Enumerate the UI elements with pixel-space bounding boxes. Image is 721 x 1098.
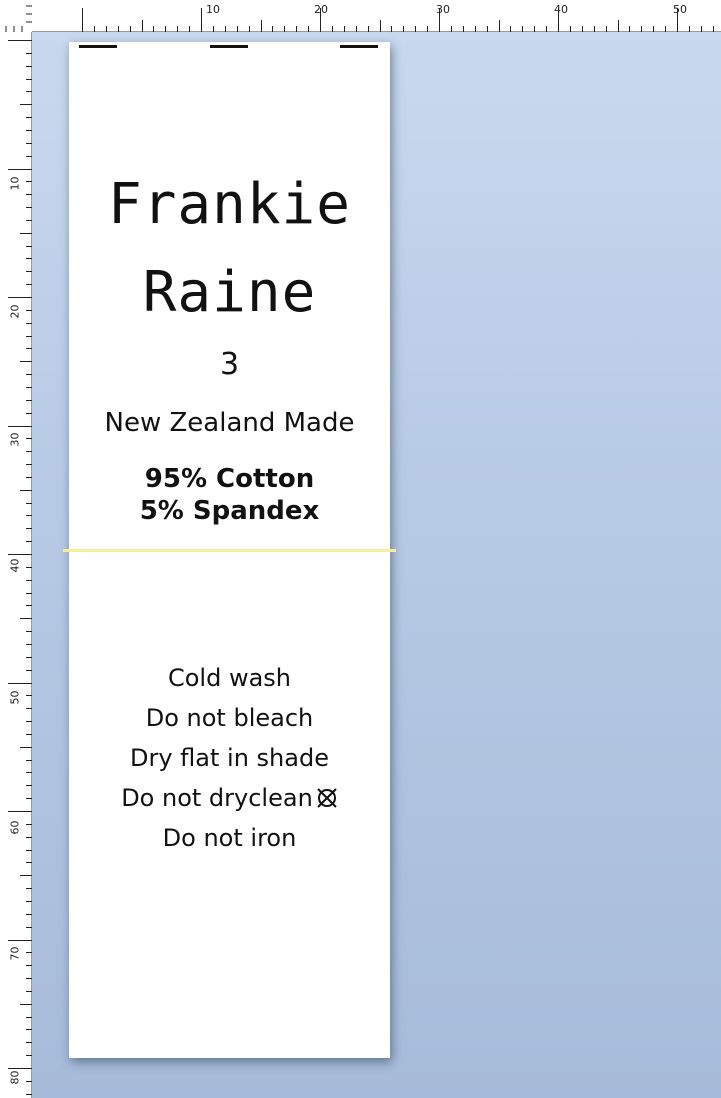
ruler-tick bbox=[558, 8, 559, 32]
ruler-tick bbox=[8, 811, 32, 812]
origin-text[interactable]: New Zealand Made bbox=[69, 408, 390, 438]
horizontal-ruler[interactable]: 10 20 30 40 50 bbox=[0, 0, 721, 32]
care-line-dry-flat[interactable]: Dry flat in shade bbox=[69, 746, 390, 770]
fold-mark-center bbox=[210, 45, 248, 48]
ruler-tick bbox=[82, 8, 83, 32]
ruler-tick bbox=[320, 8, 321, 32]
ruler-label-80: 80 bbox=[8, 1070, 22, 1085]
ruler-label-60: 60 bbox=[8, 820, 22, 835]
ruler-tick bbox=[20, 361, 32, 362]
ruler-tick bbox=[8, 426, 32, 427]
composition-line1[interactable]: 95% Cotton bbox=[69, 464, 390, 494]
ruler-label-50: 50 bbox=[8, 690, 22, 705]
ruler-label-40: 40 bbox=[554, 3, 568, 16]
care-line-cold-wash[interactable]: Cold wash bbox=[69, 666, 390, 690]
ruler-tick bbox=[20, 747, 32, 748]
ruler-tick bbox=[8, 1068, 32, 1069]
ruler-tick bbox=[677, 8, 678, 32]
ruler-tick bbox=[499, 20, 500, 32]
ruler-label-20: 20 bbox=[314, 3, 328, 16]
ruler-tick bbox=[8, 683, 32, 684]
corner-guides-icon bbox=[5, 5, 32, 32]
fold-mark-right bbox=[340, 45, 378, 48]
ruler-tick bbox=[20, 233, 32, 234]
size-text[interactable]: 3 bbox=[69, 348, 390, 382]
ruler-tick bbox=[8, 940, 32, 941]
fold-guide-line bbox=[63, 549, 396, 552]
ruler-tick bbox=[20, 490, 32, 491]
ruler-tick bbox=[201, 8, 202, 32]
label-sheet[interactable]: Frankie Raine 3 New Zealand Made 95% Cot… bbox=[63, 42, 396, 1058]
ruler-label-50: 50 bbox=[673, 3, 687, 16]
ruler-label-20: 20 bbox=[8, 304, 22, 319]
ruler-label-30: 30 bbox=[8, 432, 22, 447]
ruler-tick bbox=[20, 618, 32, 619]
ruler-label-10: 10 bbox=[8, 176, 22, 191]
care-line-no-dryclean-text: Do not dryclean bbox=[121, 784, 313, 812]
ruler-tick bbox=[8, 297, 32, 298]
ruler-tick bbox=[20, 875, 32, 876]
ruler-tick bbox=[8, 169, 32, 170]
ruler-tick bbox=[439, 8, 440, 32]
ruler-tick bbox=[380, 20, 381, 32]
care-line-no-iron[interactable]: Do not iron bbox=[69, 826, 390, 850]
care-line-no-bleach[interactable]: Do not bleach bbox=[69, 706, 390, 730]
ruler-tick bbox=[8, 40, 32, 41]
brand-name-line2[interactable]: Raine bbox=[69, 260, 390, 325]
ruler-tick bbox=[8, 554, 32, 555]
ruler-tick bbox=[618, 20, 619, 32]
ruler-label-10: 10 bbox=[206, 3, 220, 16]
do-not-dryclean-icon bbox=[317, 788, 337, 808]
vertical-ruler[interactable]: 10 20 30 40 50 60 70 80 bbox=[0, 32, 32, 1098]
ruler-tick bbox=[142, 20, 143, 32]
ruler-label-70: 70 bbox=[8, 946, 22, 961]
brand-name-line1[interactable]: Frankie bbox=[69, 172, 390, 237]
ruler-label-40: 40 bbox=[8, 558, 22, 573]
ruler-tick bbox=[20, 104, 32, 105]
care-line-no-dryclean[interactable]: Do not dryclean bbox=[69, 786, 390, 810]
ruler-tick bbox=[261, 20, 262, 32]
fold-mark-left bbox=[79, 45, 117, 48]
composition-line2[interactable]: 5% Spandex bbox=[69, 496, 390, 526]
design-canvas[interactable]: Frankie Raine 3 New Zealand Made 95% Cot… bbox=[32, 32, 721, 1098]
label-designer: 10 20 30 40 50 10 20 30 40 50 60 70 80 F… bbox=[0, 0, 721, 1098]
ruler-corner bbox=[0, 0, 32, 32]
ruler-tick bbox=[20, 1004, 32, 1005]
